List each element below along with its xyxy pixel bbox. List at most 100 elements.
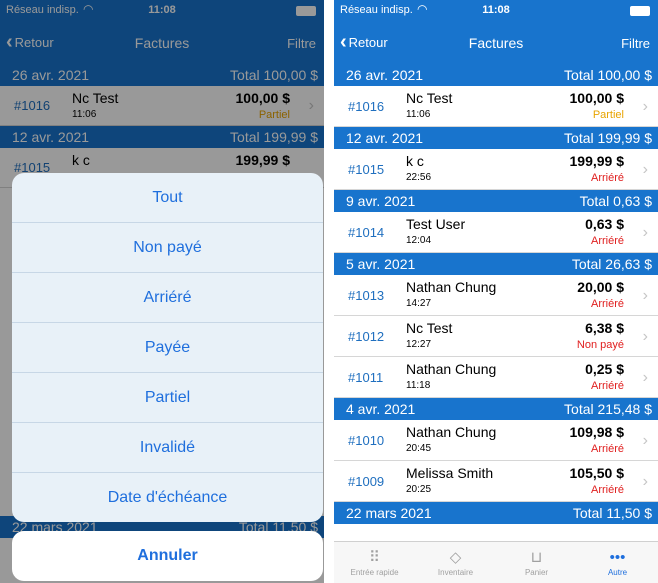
more-icon: ••• — [609, 549, 626, 566]
grid-icon: ⠿ — [369, 549, 380, 566]
invoice-row[interactable]: #1011 Nathan Chung 11:18 0,25 $ Arriéré › — [334, 357, 658, 398]
section-date: 9 avr. 2021 — [346, 193, 416, 209]
customer-name: Test User — [406, 216, 466, 232]
section-header: 4 avr. 2021 Total 215,48 $ — [334, 398, 658, 420]
section-total: Total 0,63 $ — [579, 193, 652, 209]
tab-label: Entrée rapide — [350, 568, 399, 577]
option-unpaid[interactable]: Non payé — [12, 223, 323, 273]
chevron-right-icon: › — [642, 224, 648, 241]
section-date: 12 avr. 2021 — [346, 130, 424, 146]
invoice-time: 12:27 — [406, 339, 432, 350]
invoice-row[interactable]: #1016 Nc Test 11:06 100,00 $ Partiel › — [334, 86, 658, 127]
invoice-status: Partiel — [592, 109, 624, 121]
chevron-right-icon: › — [642, 328, 648, 345]
left-screen: Réseau indisp. ◠ 11:08 ‹ Retour Factures… — [0, 0, 324, 583]
invoice-number: #1013 — [348, 288, 385, 303]
status-bar: Réseau indisp. ◠ 11:08 — [334, 0, 658, 22]
tab-label: Inventaire — [437, 568, 474, 577]
customer-name: Nc Test — [406, 90, 453, 106]
invoice-number: #1010 — [348, 433, 385, 448]
invoice-time: 11:06 — [406, 109, 431, 120]
section-total: Total 199,99 $ — [564, 130, 652, 146]
invoice-amount: 100,00 $ — [569, 90, 625, 106]
invoice-row[interactable]: #1013 Nathan Chung 14:27 20,00 $ Arriéré › — [334, 275, 658, 316]
section-header: 12 avr. 2021 Total 199,99 $ — [334, 127, 658, 149]
invoice-number: #1014 — [348, 225, 385, 240]
invoice-number: #1016 — [348, 99, 385, 114]
section-date: 26 avr. 2021 — [346, 67, 424, 83]
invoice-amount: 0,63 $ — [585, 216, 624, 232]
invoice-time: 11:18 — [406, 380, 431, 391]
invoice-time: 22:56 — [406, 172, 432, 183]
option-paid[interactable]: Payée — [12, 323, 323, 373]
chevron-right-icon: › — [642, 369, 648, 386]
invoice-number: #1009 — [348, 474, 385, 489]
customer-name: k c — [406, 153, 424, 169]
chevron-right-icon: › — [642, 432, 648, 449]
invoice-amount: 6,38 $ — [585, 320, 624, 336]
invoice-amount: 0,25 $ — [585, 361, 624, 377]
customer-name: Nathan Chung — [406, 424, 497, 440]
invoice-time: 20:45 — [406, 443, 432, 454]
invoice-row[interactable]: #1009 Melissa Smith 20:25 105,50 $ Arriéré › — [334, 461, 658, 502]
invoice-time: 12:04 — [406, 235, 432, 246]
invoice-number: #1015 — [348, 162, 385, 177]
option-voided[interactable]: Invalidé — [12, 423, 323, 473]
invoice-status: Arriéré — [590, 443, 624, 455]
invoice-amount: 20,00 $ — [577, 279, 624, 295]
invoice-status: Arriéré — [590, 380, 624, 392]
tab-more[interactable]: ••• Autre — [577, 542, 658, 583]
tab-label: Panier — [524, 568, 549, 577]
invoice-status: Arriéré — [590, 484, 624, 496]
filter-button[interactable]: Filtre — [621, 36, 650, 51]
section-header: 26 avr. 2021 Total 100,00 $ — [334, 64, 658, 86]
nav-bar: ‹ Retour Factures Filtre — [334, 22, 658, 64]
invoice-status: Arriéré — [590, 172, 624, 184]
invoice-amount: 199,99 $ — [569, 153, 625, 169]
section-date: 5 avr. 2021 — [346, 256, 416, 272]
right-screen: Réseau indisp. ◠ 11:08 ‹ Retour Factures… — [334, 0, 658, 583]
invoice-row[interactable]: #1012 Nc Test 12:27 6,38 $ Non payé › — [334, 316, 658, 357]
tab-quick-entry[interactable]: ⠿ Entrée rapide — [334, 542, 415, 583]
invoice-row[interactable]: #1010 Nathan Chung 20:45 109,98 $ Arriéré › — [334, 420, 658, 461]
invoice-number: #1011 — [348, 370, 384, 385]
invoice-row[interactable]: #1015 k c 22:56 199,99 $ Arriéré › — [334, 149, 658, 190]
invoice-status: Arriéré — [590, 298, 624, 310]
invoice-number: #1012 — [348, 329, 385, 344]
cancel-button[interactable]: Annuler — [12, 531, 323, 581]
section-date: 22 mars 2021 — [346, 505, 432, 521]
section-total: Total 26,63 $ — [571, 256, 652, 272]
clock: 11:08 — [482, 4, 510, 16]
chevron-right-icon: › — [642, 473, 648, 490]
section-total: Total 11,50 $ — [572, 505, 652, 521]
invoice-time: 14:27 — [406, 298, 432, 309]
invoice-status: Arriéré — [590, 235, 624, 247]
section-header: 9 avr. 2021 Total 0,63 $ — [334, 190, 658, 212]
invoice-amount: 109,98 $ — [569, 424, 625, 440]
customer-name: Nathan Chung — [406, 279, 497, 295]
tab-cart[interactable]: ⊔ Panier — [496, 542, 577, 583]
option-partial[interactable]: Partiel — [12, 373, 323, 423]
section-date: 4 avr. 2021 — [346, 401, 416, 417]
chevron-right-icon: › — [642, 161, 648, 178]
tab-inventory[interactable]: ◇ Inventaire — [415, 542, 496, 583]
option-all[interactable]: Tout — [12, 173, 323, 223]
invoice-time: 20:25 — [406, 484, 432, 495]
customer-name: Nc Test — [406, 320, 453, 336]
customer-name: Nathan Chung — [406, 361, 497, 377]
option-overdue[interactable]: Arriéré — [12, 273, 323, 323]
tab-bar: ⠿ Entrée rapide ◇ Inventaire ⊔ Panier ••… — [334, 541, 658, 583]
tag-icon: ◇ — [449, 549, 462, 566]
section-total: Total 215,48 $ — [564, 401, 652, 417]
chevron-right-icon: › — [642, 287, 648, 304]
section-total: Total 100,00 $ — [564, 67, 652, 83]
cart-icon: ⊔ — [530, 549, 543, 566]
battery-icon — [630, 6, 650, 16]
section-header: 5 avr. 2021 Total 26,63 $ — [334, 253, 658, 275]
invoice-amount: 105,50 $ — [569, 465, 625, 481]
filter-action-sheet: Tout Non payé Arriéré Payée Partiel Inva… — [12, 173, 323, 522]
invoice-row[interactable]: #1014 Test User 12:04 0,63 $ Arriéré › — [334, 212, 658, 253]
page-title: Factures — [468, 35, 524, 51]
invoice-list: 26 avr. 2021 Total 100,00 $ #1016 Nc Test 11… — [334, 64, 658, 524]
option-due-date[interactable]: Date d'échéance — [12, 473, 323, 522]
